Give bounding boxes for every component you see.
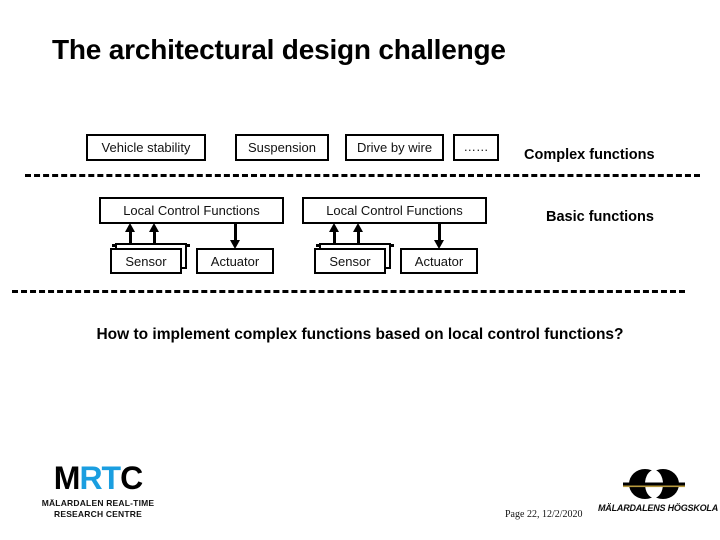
basic-functions-label: Basic functions — [546, 209, 654, 225]
mdh-wordmark: MÄLARDALENS HÖGSKOLA — [598, 503, 718, 513]
mrtc-subtitle-line-2: RESEARCH CENTRE — [53, 508, 142, 519]
mrtc-subtitle: MÄLARDALEN REAL-TIME RESEARCH CENTRE — [28, 498, 168, 519]
mdh-emblem-icon — [623, 469, 685, 499]
complex-box-suspension[interactable]: Suspension — [235, 134, 329, 161]
mrtc-logo: MRTC MÄLARDALEN REAL-TIME RESEARCH CENTR… — [28, 462, 168, 519]
mdh-logo: MÄLARDALENS HÖGSKOLA — [598, 468, 718, 513]
mrtc-letter-m: M — [53, 460, 81, 496]
mrtc-wordmark: MRTC — [28, 462, 168, 494]
local-control-functions-box-left[interactable]: Local Control Functions — [99, 197, 284, 224]
sensor-box-left[interactable]: Sensor — [110, 248, 182, 274]
challenge-question: How to implement complex functions based… — [96, 326, 624, 343]
mrtc-subtitle-line-1: MÄLARDALEN REAL-TIME — [41, 498, 155, 508]
complex-functions-label: Complex functions — [524, 147, 655, 163]
mrtc-letters-rt: RT — [79, 460, 121, 496]
local-control-functions-box-right[interactable]: Local Control Functions — [302, 197, 487, 224]
complex-box-vehicle-stability[interactable]: Vehicle stability — [86, 134, 206, 161]
complex-box-ellipsis[interactable]: …… — [453, 134, 499, 161]
page-title: The architectural design challenge — [52, 34, 506, 65]
sensor-box-right[interactable]: Sensor — [314, 248, 386, 274]
layer-divider-top — [25, 174, 700, 177]
layer-divider-bottom — [12, 290, 685, 293]
page-number-footer: Page 22, 12/2/2020 — [505, 509, 583, 520]
complex-box-drive-by-wire[interactable]: Drive by wire — [345, 134, 444, 161]
mrtc-letter-c: C — [120, 460, 143, 496]
actuator-box-left[interactable]: Actuator — [196, 248, 274, 274]
actuator-box-right[interactable]: Actuator — [400, 248, 478, 274]
slide-canvas: The architectural design challenge Vehic… — [0, 0, 720, 540]
